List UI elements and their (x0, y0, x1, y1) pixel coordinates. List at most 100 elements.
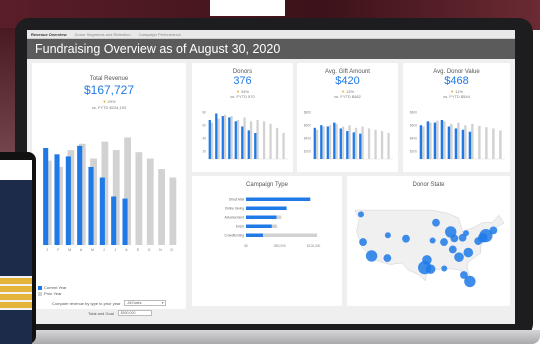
x-tick-label: D (171, 248, 174, 252)
goal-control: Total and Goal $500,000 (88, 310, 152, 316)
bar-prior (499, 130, 502, 159)
kpi-comparison: vs. FYTD $482 (334, 94, 361, 99)
bar-current (339, 128, 342, 159)
bar-current (111, 196, 117, 245)
title-bar: Fundraising Overview as of August 30, 20… (27, 39, 515, 59)
bar-current (320, 125, 323, 159)
y-tick-label: $400 (410, 137, 417, 141)
laptop-base (22, 330, 540, 344)
y-tick-label: 40 (202, 137, 206, 141)
bar-current (65, 156, 71, 245)
kpi-delta-value: 29% (107, 99, 116, 104)
bar-prior (256, 120, 259, 159)
bar-prior (367, 128, 371, 159)
x-tick-label: M (91, 248, 94, 252)
bar-prior (341, 126, 345, 159)
compare-label: Compare revenue by type to prior year (52, 300, 121, 306)
donor-bubble (432, 218, 440, 227)
avg-donor-value-card: Avg. Donor Value $468 ▼ 11% vs. FYTD $54… (403, 63, 510, 172)
category-label: Online Giving (225, 207, 244, 211)
bar-prior (158, 169, 165, 245)
donor-state-card: Donor State (347, 176, 510, 306)
tab-campaign-performance[interactable]: Campaign Performance (139, 32, 181, 37)
bar-current (333, 122, 336, 159)
kpi-value: 376 (233, 75, 252, 87)
bar-prior (429, 122, 432, 159)
bar-current (246, 233, 263, 237)
donor-bubble (463, 247, 474, 258)
page-title: Fundraising Overview as of August 30, 20… (35, 42, 281, 56)
donors-bar-chart: 80 60 40 20 (202, 111, 288, 160)
bar-current (433, 122, 437, 159)
bar-prior (217, 118, 220, 159)
bar-prior (262, 121, 266, 159)
bar-prior (443, 121, 446, 159)
bar-prior (223, 114, 227, 159)
donor-bubble (448, 245, 457, 254)
donor-bubble (402, 234, 410, 243)
bar-prior (135, 152, 143, 245)
legend-swatch-prior (38, 291, 42, 296)
goal-input[interactable]: $500,000 (117, 310, 152, 316)
x-tick-label: J (46, 248, 48, 252)
tablet-screen (0, 160, 32, 344)
bar-current (54, 154, 60, 245)
legend: Current Year Prior Year (38, 285, 66, 297)
bar-current (247, 130, 250, 159)
bar-prior (471, 123, 474, 159)
kpi-comparison: vs. FYTD $544 (443, 94, 470, 99)
x-tick-label: $0 (244, 244, 248, 248)
bar-current (352, 132, 355, 159)
bar-prior (485, 127, 488, 159)
y-tick-label: $600 (304, 124, 311, 128)
y-tick-label: 80 (202, 111, 206, 115)
donor-bubble (365, 250, 378, 262)
donor-state-map (355, 209, 505, 288)
tablet-panel (0, 310, 32, 344)
bar-prior (492, 128, 495, 159)
x-tick-label: A (80, 248, 83, 252)
chart-title: Donor State (412, 182, 445, 188)
category-label: Crowdfunding (224, 234, 244, 238)
bar-prior (243, 117, 246, 159)
bar-current (447, 126, 451, 159)
bar-current (221, 116, 224, 159)
donor-bubble (489, 226, 498, 235)
tab-donor-segments[interactable]: Donor Segments and Retention (75, 32, 131, 37)
y-tick-label: $800 (304, 111, 311, 115)
bar-current (326, 126, 329, 159)
bar-current (43, 147, 49, 245)
bar-prior (315, 129, 319, 159)
campaign-type-card: Campaign Type Direct Mail Online Giving Ad… (192, 176, 342, 306)
revenue-bar-chart: JFMAMJJASOND (43, 137, 177, 252)
bar-prior (464, 125, 467, 159)
bar-current (246, 224, 272, 228)
x-tick-label: J (114, 248, 116, 252)
bar-current (346, 131, 349, 159)
bar-current (99, 177, 105, 245)
y-tick-label: $800 (410, 111, 417, 115)
compare-dropdown[interactable]: All Dates ▾ (124, 300, 167, 306)
donor-bubble (460, 271, 468, 279)
kpi-delta: ▼ 29% (32, 99, 186, 104)
bar-prior (450, 123, 453, 159)
avg-gift-card: Avg. Gift Amount $420 ▼ 13% vs. FYTD $48… (297, 63, 398, 172)
chart-title: Campaign Type (246, 182, 288, 188)
x-tick-label: O (148, 248, 151, 252)
tab-revenue-overview[interactable]: Revenue Overview (31, 32, 67, 37)
bar-prior (354, 127, 358, 159)
bar-prior (275, 127, 279, 159)
tablet-header (0, 160, 32, 180)
kpi-title: Total Revenue (89, 76, 129, 82)
bar-current (254, 133, 257, 159)
bar-prior (422, 126, 425, 159)
x-tick-label: $50,000 (274, 244, 286, 248)
bar-current (88, 166, 94, 245)
bar-current (246, 206, 287, 210)
bar-prior (146, 158, 154, 245)
background-light (210, 0, 285, 16)
bar-prior (269, 123, 272, 159)
kpi-value: $420 (335, 75, 360, 87)
y-tick-label: 20 (202, 150, 206, 154)
bar-current (313, 127, 316, 159)
